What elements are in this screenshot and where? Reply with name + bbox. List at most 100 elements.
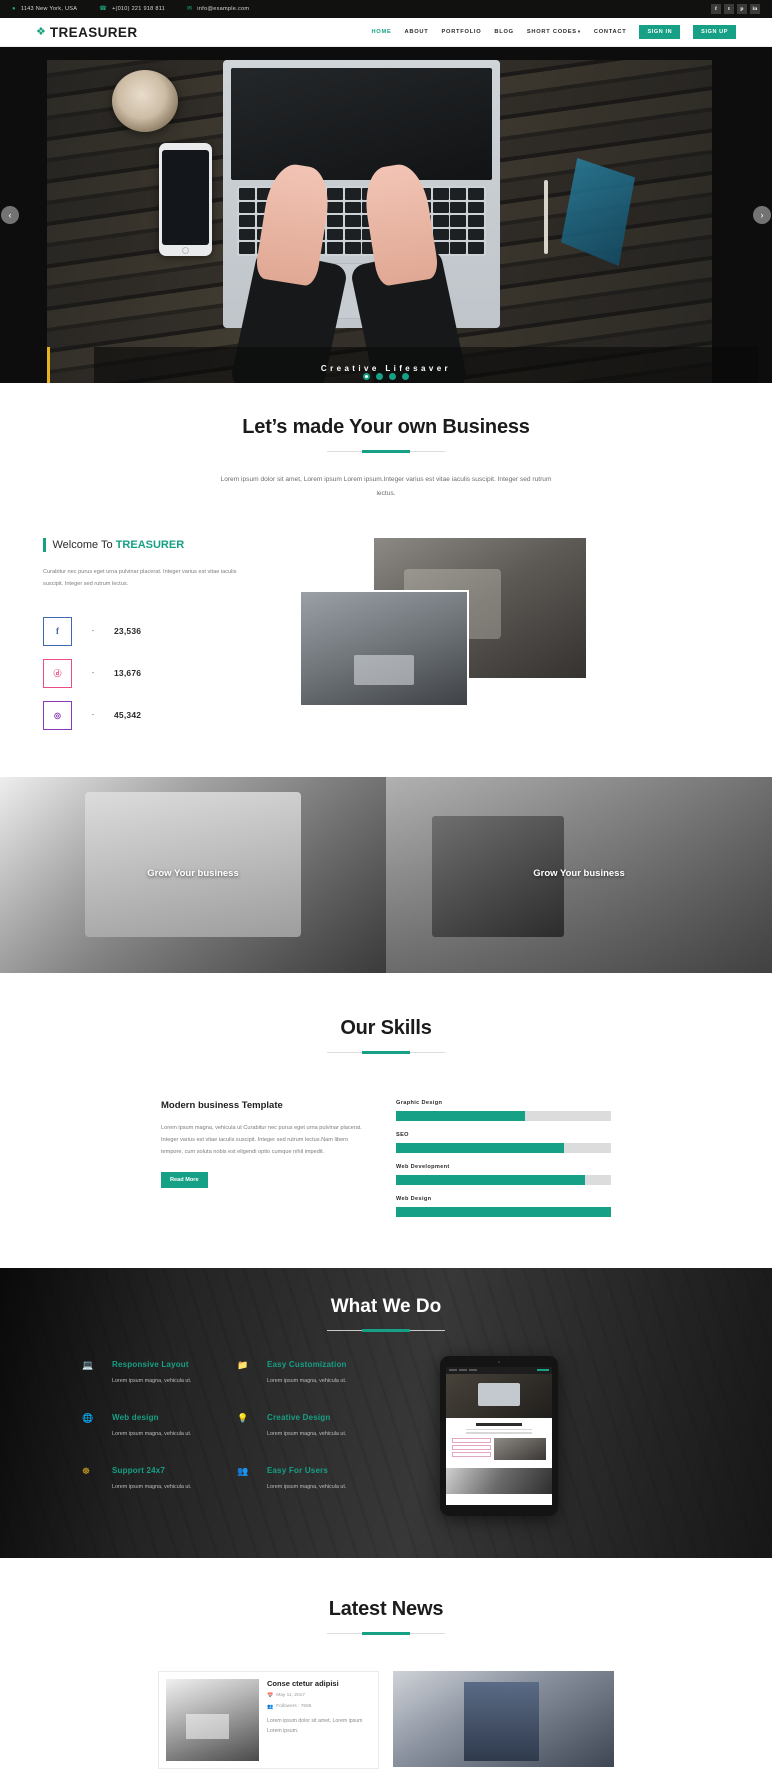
news-card-image[interactable] <box>393 1670 614 1767</box>
skill-label-web-design: Web Design <box>396 1195 432 1202</box>
topbar-email-text: info@example.com <box>197 6 250 12</box>
laptop-icon: 💻 <box>82 1359 94 1370</box>
latest-news-section: Latest News Conse ctetur adipisi 📅 May 1… <box>0 1557 772 1769</box>
feature-text-easy-customization: Lorem ipsum magna, vehicula ut. <box>267 1377 347 1384</box>
news-card-heading: Conse ctetur adipisi <box>267 1678 339 1688</box>
grow-banner-left[interactable]: Grow Your business <box>0 776 386 973</box>
counter-value-facebook: 23,536 <box>114 626 142 637</box>
social-counter-dribbble[interactable]: ⓓ - 13,676 <box>43 658 251 688</box>
counter-dash-dribbble: - <box>91 669 95 677</box>
feature-title-responsive-layout: Responsive Layout <box>112 1359 189 1369</box>
news-card[interactable]: Conse ctetur adipisi 📅 May 11, 2017 👥 Fo… <box>158 1670 379 1769</box>
nav-item-short-codes[interactable]: SHORT CODES▾ <box>527 29 581 35</box>
skill-fill-web-development <box>396 1174 586 1185</box>
skill-label-graphic-design: Graphic Design <box>396 1099 443 1106</box>
feature-title-easy-customization: Easy Customization <box>267 1359 347 1369</box>
social-counter-facebook[interactable]: f - 23,536 <box>43 616 251 646</box>
chevron-right-icon[interactable]: › <box>753 206 771 224</box>
linkedin-icon[interactable]: in <box>750 4 760 14</box>
topbar-email[interactable]: ✉ info@example.com <box>187 6 249 12</box>
feature-title-easy-for-users: Easy For Users <box>267 1465 329 1475</box>
what-we-do-body: 💻 Responsive Layout Lorem ipsum magna, v… <box>82 1355 690 1519</box>
skill-fill-seo <box>396 1142 564 1153</box>
lightbulb-icon: 💡 <box>237 1412 249 1423</box>
welcome-heading: Welcome To TREASURER <box>43 538 251 553</box>
skills-divider <box>327 1050 445 1054</box>
nav-item-home[interactable]: HOME <box>371 29 391 35</box>
main-navigation: HOME ABOUT PORTFOLIO BLOG SHORT CODES▾ C… <box>371 25 736 39</box>
facebook-icon[interactable]: f <box>711 4 721 14</box>
feature-text-easy-for-users: Lorem ipsum magna, vehicula ut. <box>267 1483 347 1490</box>
feature-title-support-24x7: Support 24x7 <box>112 1465 166 1475</box>
twitter-icon[interactable]: t <box>724 4 734 14</box>
skill-row-web-design: Web Design <box>396 1196 611 1217</box>
calendar-icon: 📅 <box>267 1692 274 1699</box>
site-header: ❖ TREASURER HOME ABOUT PORTFOLIO BLOG SH… <box>0 18 772 47</box>
nav-item-about[interactable]: ABOUT <box>405 29 429 35</box>
intro-divider <box>327 450 445 453</box>
hero-dot-2[interactable] <box>376 373 383 380</box>
grow-banner-left-label: Grow Your business <box>147 867 239 879</box>
nav-item-blog[interactable]: BLOG <box>494 29 513 35</box>
news-card-text: Lorem ipsum dolor sit amet, Lorem ipsum … <box>267 1717 363 1734</box>
users-icon: 👥 <box>237 1465 249 1476</box>
tablet-preview-hero <box>446 1373 552 1418</box>
skill-row-web-development: Web Development <box>396 1164 611 1185</box>
skills-heading: Modern business Template <box>161 1099 283 1111</box>
laptop-screen <box>231 68 492 180</box>
globe-icon: 🌐 <box>82 1412 94 1423</box>
lifebuoy-icon: ☸ <box>82 1465 91 1476</box>
what-we-do-title: What We Do <box>330 1295 442 1317</box>
sign-in-button[interactable]: SIGN IN <box>639 25 681 39</box>
news-card-date-text: May 11, 2017 <box>276 1693 305 1699</box>
logo-text: TREASURER <box>49 24 138 40</box>
feature-title-creative-design: Creative Design <box>267 1412 331 1422</box>
feature-responsive-layout[interactable]: 💻 Responsive Layout Lorem ipsum magna, v… <box>82 1360 237 1386</box>
topbar-address: ● 1143 New York, USA <box>12 6 77 12</box>
feature-creative-design[interactable]: 💡 Creative Design Lorem ipsum magna, veh… <box>237 1413 392 1439</box>
hero-dot-1[interactable] <box>363 373 370 380</box>
counter-value-instagram: 45,342 <box>114 710 142 721</box>
envelope-icon: ✉ <box>187 6 193 12</box>
sign-up-button[interactable]: SIGN UP <box>693 25 736 39</box>
welcome-paragraph: Curabitur nec purus eget urna pulvinar p… <box>43 569 237 588</box>
what-we-do-section: What We Do 💻 Responsive Layout Lorem ips… <box>0 1267 772 1558</box>
pinterest-icon[interactable]: p <box>737 4 747 14</box>
chevron-left-icon[interactable]: ‹ <box>1 206 19 224</box>
topbar-phone[interactable]: ☎ +(010) 221 918 811 <box>99 6 165 12</box>
feature-support-24x7[interactable]: ☸ Support 24x7 Lorem ipsum magna, vehicu… <box>82 1466 237 1492</box>
news-card-content: Conse ctetur adipisi 📅 May 11, 2017 👥 Fo… <box>259 1679 371 1761</box>
skill-track-seo <box>396 1142 611 1153</box>
feature-text-responsive-layout: Lorem ipsum magna, vehicula ut. <box>112 1377 192 1384</box>
skills-text-column: Modern business Template Lorem ipsum mag… <box>161 1100 366 1228</box>
welcome-accent-bar <box>43 538 46 553</box>
feature-text-web-design: Lorem ipsum magna, vehicula ut. <box>112 1430 192 1437</box>
news-card-followers: 👥 Followers : 7665 <box>267 1704 371 1710</box>
welcome-block: Welcome To TREASURER Curabitur nec purus… <box>36 538 736 743</box>
news-cards: Conse ctetur adipisi 📅 May 11, 2017 👥 Fo… <box>158 1670 614 1769</box>
intro-title: Let’s made Your own Business <box>242 416 530 438</box>
hero-dot-4[interactable] <box>402 373 409 380</box>
welcome-title-brand: TREASURER <box>115 539 185 552</box>
nav-item-contact[interactable]: CONTACT <box>594 29 627 35</box>
site-logo[interactable]: ❖ TREASURER <box>36 25 137 40</box>
grow-banner-right[interactable]: Grow Your business <box>386 776 772 973</box>
news-card-followers-text: Followers : 7665 <box>276 1704 312 1710</box>
users-icon: 👥 <box>267 1703 274 1710</box>
nav-short-codes-label: SHORT CODES <box>526 29 577 35</box>
phone-icon: ☎ <box>99 6 107 12</box>
topbar-social-links: f t p in <box>711 4 760 14</box>
blue-glass-object <box>561 158 635 266</box>
dribbble-icon: ⓓ <box>43 658 72 688</box>
folder-icon: 📁 <box>237 1359 249 1370</box>
tablet-camera <box>497 1360 501 1364</box>
read-more-button[interactable]: Read More <box>161 1171 208 1188</box>
social-counter-instagram[interactable]: ◎ - 45,342 <box>43 700 251 730</box>
hero-dot-3[interactable] <box>389 373 396 380</box>
skill-label-seo: SEO <box>396 1131 409 1138</box>
nav-item-portfolio[interactable]: PORTFOLIO <box>441 29 481 35</box>
feature-web-design[interactable]: 🌐 Web design Lorem ipsum magna, vehicula… <box>82 1413 237 1439</box>
feature-easy-for-users[interactable]: 👥 Easy For Users Lorem ipsum magna, vehi… <box>237 1466 392 1492</box>
coffee-cup-object <box>112 70 178 132</box>
feature-easy-customization[interactable]: 📁 Easy Customization Lorem ipsum magna, … <box>237 1360 392 1386</box>
